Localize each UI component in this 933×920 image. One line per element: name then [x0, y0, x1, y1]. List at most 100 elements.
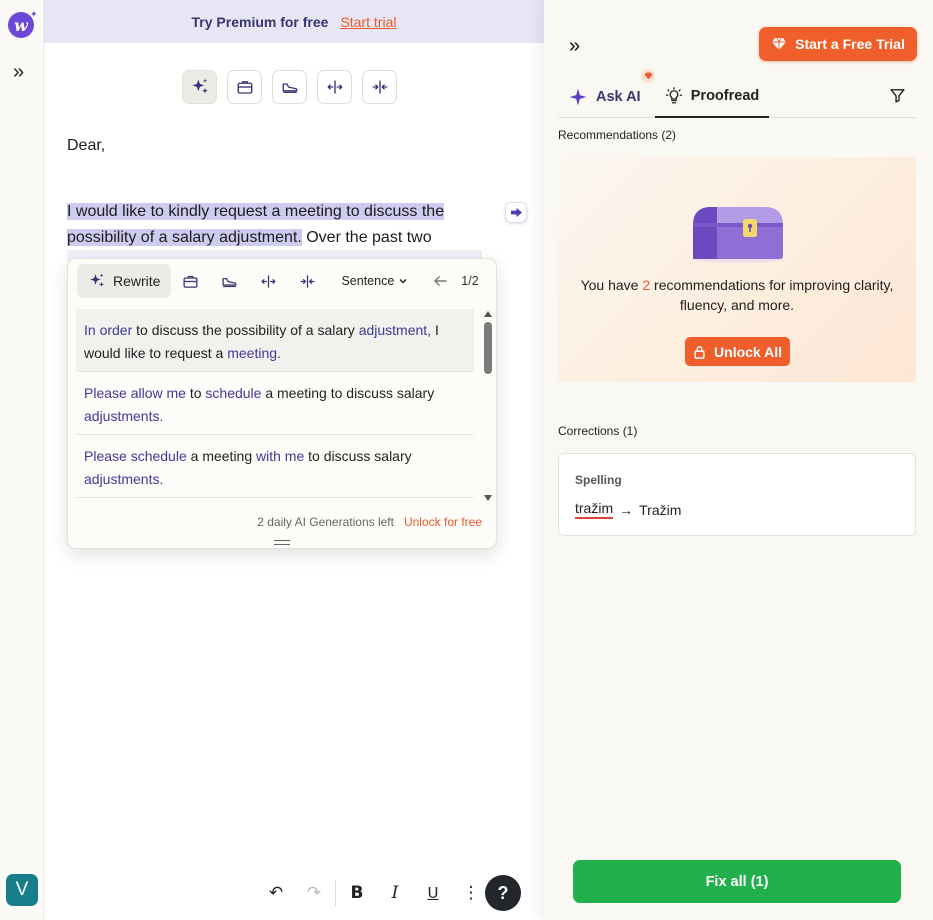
lock-icon [694, 345, 705, 359]
redo-icon: ↷ [306, 883, 322, 902]
filter-button[interactable] [889, 87, 906, 104]
scroll-thumb[interactable] [484, 322, 492, 374]
italic-button[interactable]: I [376, 883, 414, 903]
rewrite-mode-dropdown[interactable]: Sentence [341, 274, 408, 288]
logo-sparkle-icon: ✦ [30, 9, 38, 19]
undo-icon: ↶ [268, 883, 284, 902]
casual-tone-button[interactable] [272, 70, 307, 104]
unchanged-text: to [185, 385, 206, 401]
daily-generations-left: 2 daily AI Generations left [257, 515, 394, 529]
bold-icon: B [350, 883, 364, 903]
tab-proofread[interactable]: Proofread [655, 76, 769, 118]
unlock-for-free-link[interactable]: Unlock for free [404, 515, 482, 529]
shorten-arrows-icon [372, 80, 387, 94]
unchanged-text: a meeting [186, 448, 257, 464]
more-vertical-icon: ⋮ [462, 883, 480, 902]
changed-text: schedule [205, 385, 262, 401]
expand-text-button[interactable] [249, 273, 288, 290]
letter-paragraph[interactable]: I would like to kindly request a meeting… [67, 199, 482, 250]
rewrite-button-label: Rewrite [113, 273, 161, 289]
formal-tone-button[interactable] [227, 70, 262, 104]
suggestion-scrollbar[interactable] [483, 309, 493, 501]
fix-all-button[interactable]: Fix all (1) [573, 860, 901, 903]
changed-text: In order [84, 322, 133, 338]
suggestion-page-indicator: 1/2 [461, 274, 479, 288]
shorten-text-button[interactable] [362, 70, 397, 104]
changed-text: with me [256, 448, 305, 464]
underline-button[interactable]: U [414, 884, 452, 902]
shorten-text-button[interactable] [288, 273, 327, 290]
suggestion-item[interactable]: In order to discuss the possibility of a… [76, 309, 474, 372]
briefcase-icon [183, 275, 198, 288]
avatar-letter: V [15, 879, 29, 900]
correction-type: Spelling [575, 473, 622, 487]
unselected-text: Over the past two [301, 228, 432, 246]
underline-icon: U [427, 884, 439, 902]
start-free-trial-button[interactable]: Start a Free Trial [759, 27, 917, 61]
panel-tabs: Ask AI Proofread [558, 76, 916, 118]
unlock-all-button[interactable]: Unlock All [685, 337, 790, 366]
scroll-up-arrow-icon[interactable] [484, 311, 492, 317]
undo-button[interactable]: ↶ [257, 883, 295, 903]
toolbar-divider [335, 880, 336, 906]
premium-banner: Try Premium for free Start trial [44, 0, 544, 43]
tab-ask-ai[interactable]: Ask AI [568, 76, 641, 118]
sparkle-icon [569, 88, 587, 106]
rewrite-mode-label: Sentence [341, 274, 395, 288]
editor-tools [182, 70, 397, 104]
treasure-chest-icon [693, 207, 783, 263]
rewrite-footer: 2 daily AI Generations left Unlock for f… [257, 515, 482, 529]
letter-greeting[interactable]: Dear, [67, 133, 105, 159]
arrow-right-icon: → [619, 501, 634, 518]
expand-arrows-icon [261, 274, 277, 288]
changed-text: Please schedule [84, 448, 187, 464]
apply-to-panel-button[interactable] [505, 202, 527, 223]
tab-proofread-label: Proofread [690, 88, 760, 104]
filter-icon [890, 89, 905, 103]
resize-handle[interactable] [274, 540, 290, 545]
spelling-correction-card[interactable]: Spelling tražim → Tražim [558, 453, 916, 536]
rewrite-tool-button[interactable] [182, 70, 217, 104]
sparkle-icon [192, 78, 208, 94]
unchanged-text: to discuss the possibility of a salary [132, 322, 359, 338]
scroll-down-arrow-icon[interactable] [484, 495, 492, 501]
briefcase-icon [237, 81, 252, 94]
rewrite-toolbar: Rewrite Sentence 1/2 [77, 264, 487, 298]
premium-banner-text: Try Premium for free [191, 13, 329, 30]
chevron-down-icon [399, 278, 407, 284]
user-avatar[interactable]: V [6, 874, 38, 906]
previous-page-button[interactable] [434, 275, 448, 287]
changed-text: Please allow me [84, 385, 186, 401]
expand-text-button[interactable] [317, 70, 352, 104]
rec-text-after: recommendations for improving clarity, f… [650, 277, 894, 313]
suggestion-item[interactable]: Please allow me to schedule a meeting to… [76, 372, 474, 435]
changed-text: adjustment, [358, 322, 432, 338]
tab-ask-ai-label: Ask AI [596, 89, 641, 105]
assistant-panel: » Start a Free Trial Ask AI Proofread Re… [544, 0, 933, 920]
app-logo-letter: w [14, 15, 28, 35]
formal-tone-button[interactable] [171, 273, 210, 290]
help-button[interactable]: ? [485, 875, 521, 911]
suggested-word: Tražim [639, 501, 682, 518]
arrow-left-icon [434, 276, 448, 286]
rec-text-before: You have [580, 277, 643, 293]
suggestion-list: In order to discuss the possibility of a… [76, 309, 474, 498]
expand-sidebar-icon[interactable]: » [13, 62, 24, 82]
rewrite-button[interactable]: Rewrite [77, 264, 172, 298]
casual-tone-button[interactable] [210, 273, 249, 290]
collapse-panel-icon[interactable]: » [569, 36, 580, 56]
changed-text: meeting. [227, 345, 281, 361]
start-trial-link[interactable]: Start trial [340, 14, 396, 30]
bold-button[interactable]: B [338, 883, 376, 903]
unchanged-text: to discuss salary [304, 448, 412, 464]
unlock-all-label: Unlock All [714, 343, 782, 360]
recommendations-card: You have 2 recommendations for improving… [558, 157, 916, 382]
italic-icon: I [391, 883, 399, 903]
recommendations-heading: Recommendations (2) [558, 128, 677, 142]
redo-button[interactable]: ↷ [295, 883, 333, 903]
sneaker-icon [282, 83, 297, 93]
rewrite-popover: Rewrite Sentence 1/2 In order to discuss… [67, 258, 497, 549]
gem-icon [772, 37, 787, 50]
unchanged-text: a meeting to discuss salary [261, 385, 435, 401]
suggestion-item[interactable]: Please schedule a meeting with me to dis… [76, 435, 474, 498]
